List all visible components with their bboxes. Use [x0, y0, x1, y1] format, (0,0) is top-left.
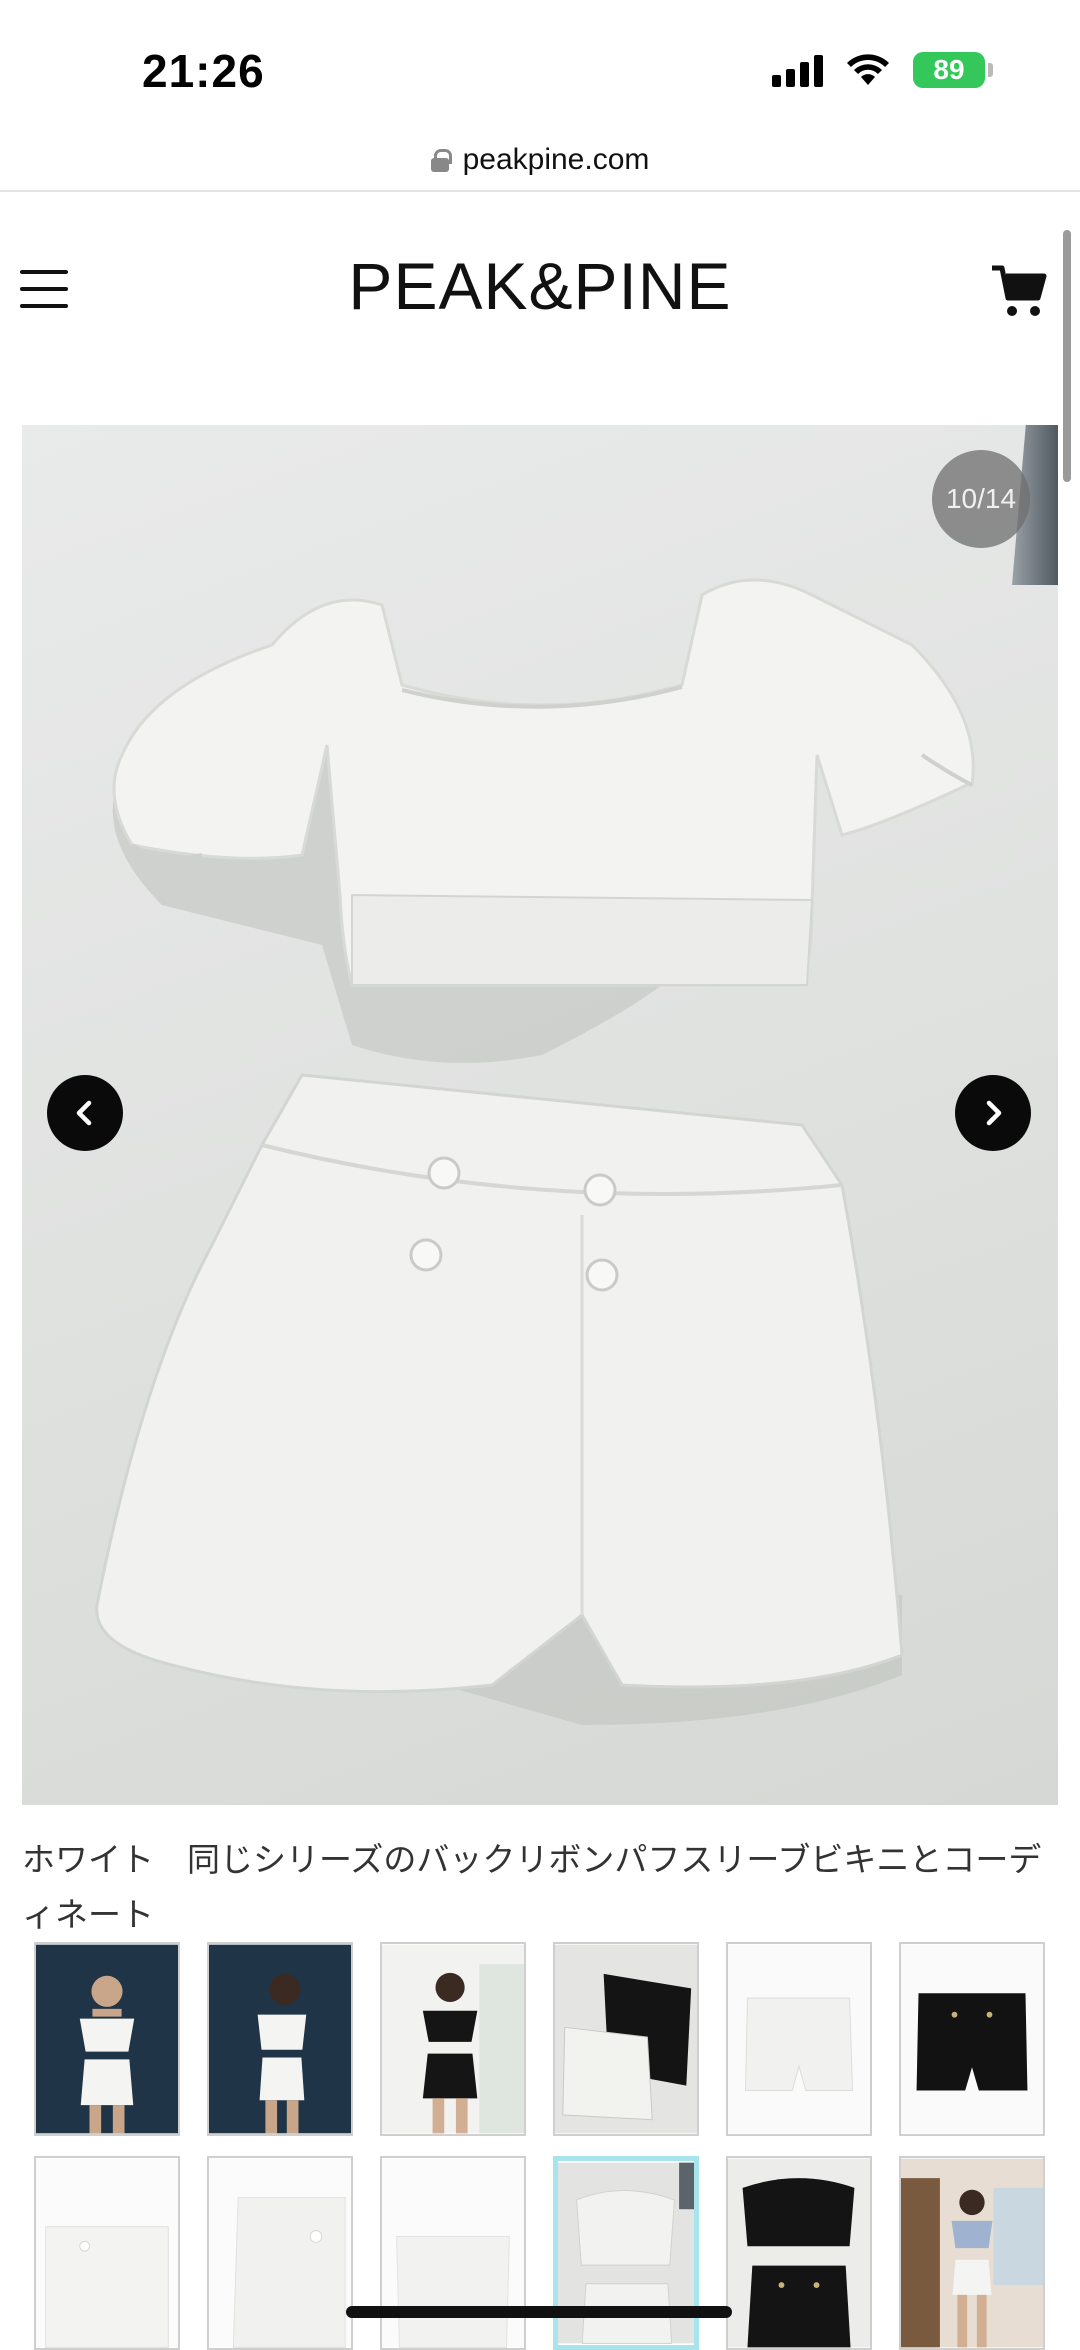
- thumbnail-image: [555, 1944, 697, 2134]
- chevron-right-icon: [986, 1100, 1002, 1126]
- product-gallery[interactable]: 10/14: [22, 425, 1058, 1805]
- cellular-signal-icon: [772, 53, 823, 87]
- thumbnail-6[interactable]: [899, 1942, 1045, 2136]
- status-time: 21:26: [142, 45, 265, 97]
- status-bar: 21:26 89: [0, 0, 1080, 130]
- thumbnail-image: [382, 1944, 524, 2134]
- image-caption: ホワイト 同じシリーズのバックリボンパフスリーブビキニとコーディネート: [22, 1841, 1042, 1933]
- thumbnail-11[interactable]: [726, 2156, 872, 2350]
- thumbnail-image: [382, 2158, 524, 2348]
- thumbnail-3[interactable]: [380, 1942, 526, 2136]
- status-icons: 89: [772, 52, 993, 88]
- site-logo[interactable]: PEAK&PINE: [0, 248, 1080, 324]
- battery-level: 89: [933, 54, 965, 85]
- page-scrollbar[interactable]: [1063, 230, 1071, 482]
- thumbnail-2[interactable]: [207, 1942, 353, 2136]
- thumbnail-image: [36, 1944, 178, 2134]
- thumbnail-image: [209, 1944, 351, 2134]
- chevron-left-icon: [76, 1100, 92, 1126]
- thumbnail-9[interactable]: [380, 2156, 526, 2350]
- next-image-button[interactable]: [955, 1075, 1031, 1151]
- site-header: PEAK&PINE: [0, 194, 1060, 394]
- thumbnail-8[interactable]: [207, 2156, 353, 2350]
- image-counter: 10/14: [932, 450, 1030, 548]
- wifi-icon: [847, 54, 889, 85]
- thumbnail-1[interactable]: [34, 1942, 180, 2136]
- home-indicator[interactable]: [346, 2306, 732, 2318]
- lock-icon: [430, 149, 452, 172]
- thumbnail-12[interactable]: [899, 2156, 1045, 2350]
- url-text: peakpine.com: [462, 143, 650, 176]
- thumbnail-4[interactable]: [553, 1942, 699, 2136]
- battery-charging-icon: 89: [913, 52, 993, 88]
- thumbnail-image: [901, 2158, 1043, 2348]
- thumbnail-image: [728, 2158, 870, 2348]
- product-photo: [95, 578, 975, 1725]
- address-bar[interactable]: peakpine.com: [0, 130, 1080, 192]
- thumbnail-image: [901, 1944, 1043, 2134]
- thumbnail-5[interactable]: [726, 1942, 872, 2136]
- thumbnail-image: [209, 2158, 351, 2348]
- thumbnail-7[interactable]: [34, 2156, 180, 2350]
- thumbnail-image: [728, 1944, 870, 2134]
- thumbnail-image: [36, 2158, 178, 2348]
- cart-icon[interactable]: [990, 264, 1048, 320]
- previous-image-button[interactable]: [47, 1075, 123, 1151]
- thumbnail-10-selected[interactable]: [553, 2156, 699, 2350]
- thumbnail-grid: [34, 1942, 1046, 2350]
